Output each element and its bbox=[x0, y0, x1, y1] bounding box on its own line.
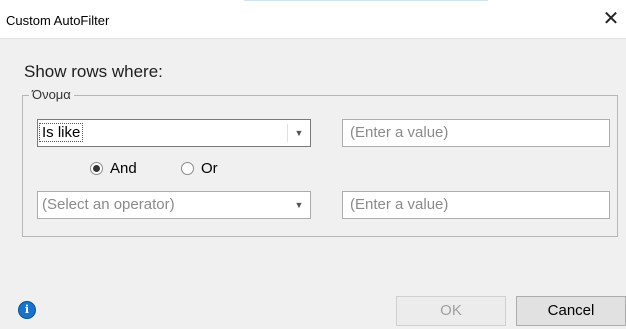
column-name-label: Όνομα bbox=[29, 87, 74, 102]
chevron-down-icon[interactable]: ▼ bbox=[290, 192, 308, 218]
filter-heading: Show rows where: bbox=[24, 62, 163, 81]
radio-unchecked-icon bbox=[181, 162, 194, 175]
operator1-combobox[interactable]: Is like ▼ bbox=[37, 119, 311, 147]
value2-input[interactable]: (Enter a value) bbox=[342, 191, 610, 219]
close-button[interactable]: ✕ bbox=[600, 8, 622, 30]
title-bar: Custom AutoFilter ✕ bbox=[0, 0, 626, 39]
operator1-separator bbox=[287, 124, 288, 142]
chevron-down-icon[interactable]: ▼ bbox=[290, 120, 308, 146]
ok-button[interactable]: OK bbox=[396, 296, 506, 326]
window-title: Custom AutoFilter bbox=[6, 13, 110, 28]
operator2-combobox[interactable]: (Select an operator) ▼ bbox=[37, 191, 311, 219]
and-radio-label: And bbox=[110, 160, 137, 177]
title-bar-accent bbox=[244, 0, 488, 1]
cancel-button[interactable]: Cancel bbox=[516, 296, 626, 326]
info-icon[interactable]: i bbox=[18, 301, 36, 319]
radio-checked-icon bbox=[90, 162, 103, 175]
and-radio[interactable]: And bbox=[90, 160, 137, 177]
operator2-placeholder: (Select an operator) bbox=[42, 196, 175, 213]
value1-input[interactable]: (Enter a value) bbox=[342, 119, 610, 147]
or-radio[interactable]: Or bbox=[181, 160, 218, 177]
or-radio-label: Or bbox=[201, 160, 218, 177]
operator1-value: Is like bbox=[39, 123, 84, 142]
